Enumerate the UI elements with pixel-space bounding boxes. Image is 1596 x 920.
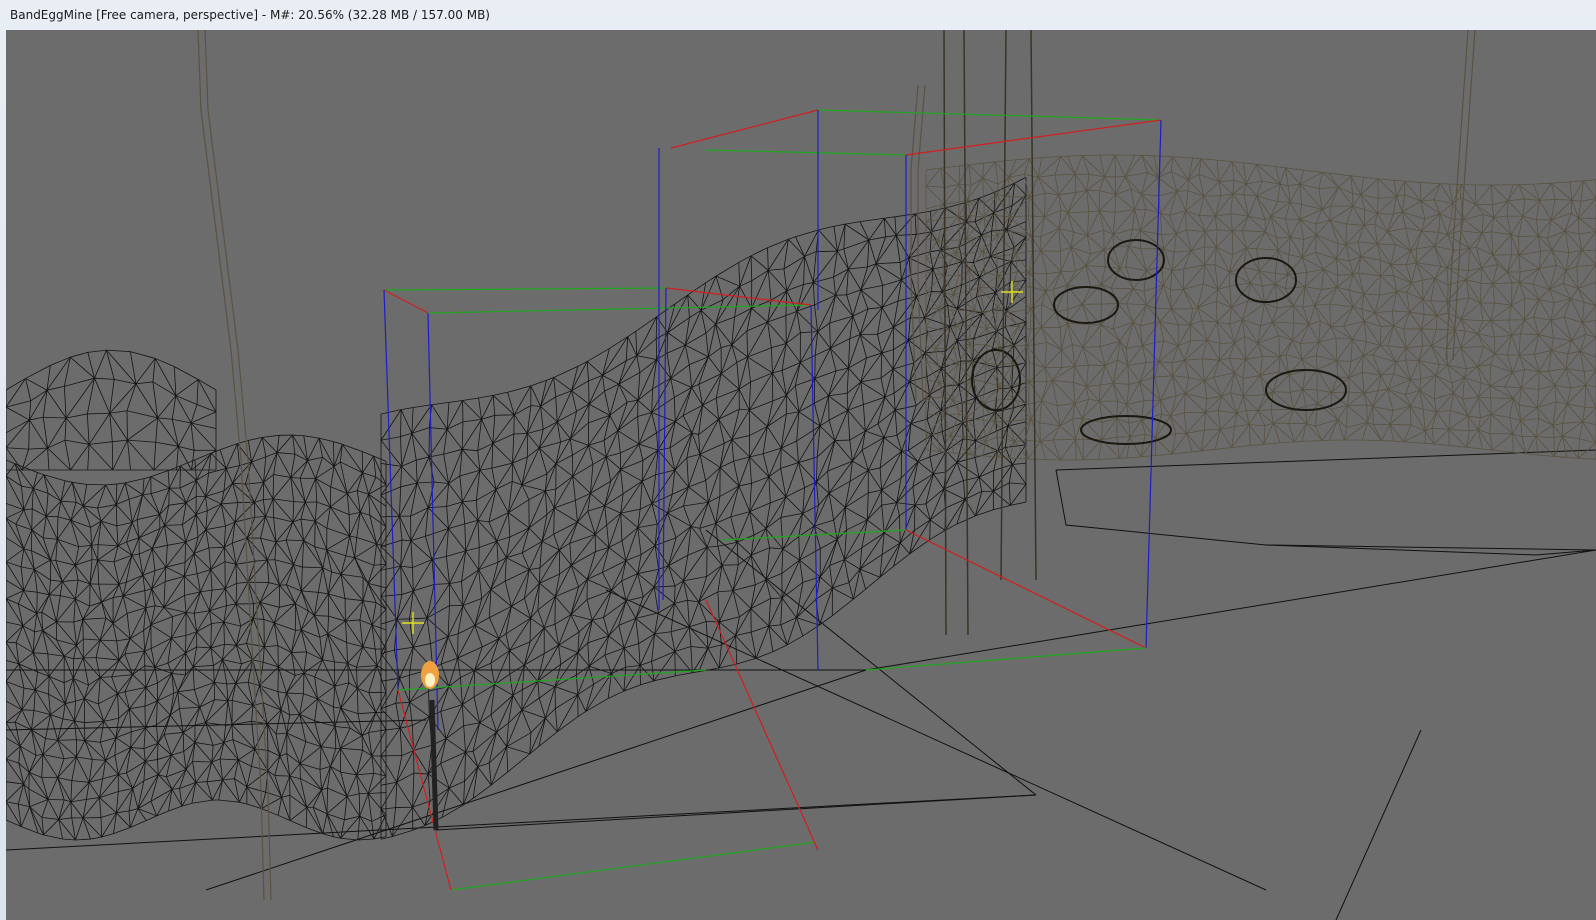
- cave-mesh-right: [925, 154, 1596, 556]
- cave-mesh-tunnel: [380, 176, 1027, 840]
- scene-render[interactable]: [6, 30, 1596, 920]
- editor-window: BandEggMine [Free camera, perspective] -…: [0, 0, 1596, 920]
- cave-mesh-left: [6, 349, 387, 841]
- 3d-viewport[interactable]: [6, 30, 1596, 920]
- bounding-box-right[interactable]: [658, 109, 1162, 671]
- window-title: BandEggMine [Free camera, perspective] -…: [10, 8, 490, 22]
- title-bar[interactable]: BandEggMine [Free camera, perspective] -…: [0, 0, 1596, 30]
